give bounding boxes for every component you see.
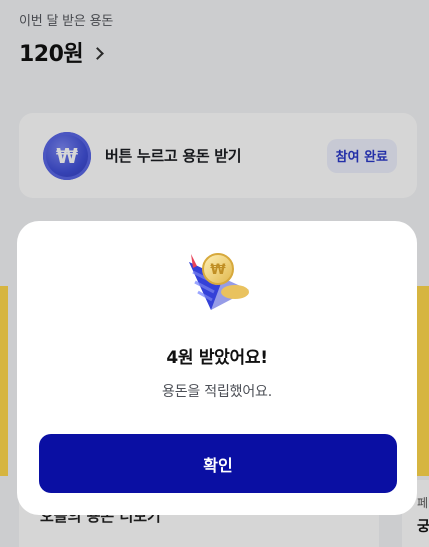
svg-text:₩: ₩: [210, 262, 226, 278]
modal-title: 4원 받았어요!: [166, 348, 268, 368]
modal-description: 용돈을 적립했어요.: [162, 384, 272, 400]
reward-modal: ₩ 4원 받았어요! 용돈을 적립했어요. 확인: [17, 221, 417, 515]
page: 이번 달 받은 용돈 120원 ₩ 버튼 누르고 용돈 받기 참여 완료 오늘의…: [0, 0, 429, 547]
money-envelope-icon: ₩: [189, 253, 249, 310]
confirm-button[interactable]: 확인: [39, 434, 397, 493]
